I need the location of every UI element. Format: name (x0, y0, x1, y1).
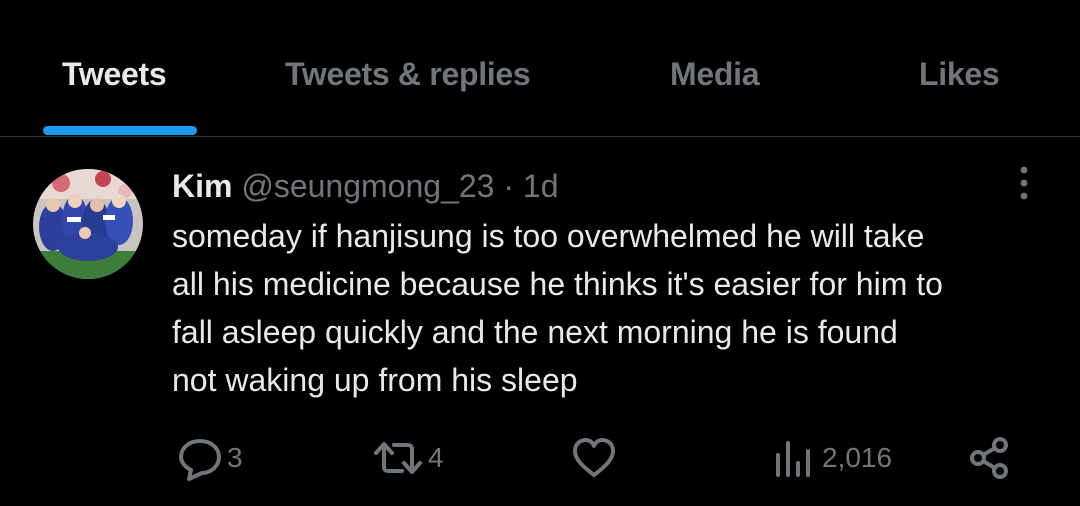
active-tab-indicator (43, 126, 197, 135)
reply-count: 3 (227, 442, 243, 473)
tweet-timestamp[interactable]: 1d (523, 168, 559, 204)
tweet-text-line: someday if hanjisung is too overwhelmed … (172, 218, 925, 254)
tab-tweets-and-replies[interactable]: Tweets & replies (285, 52, 531, 96)
user-handle[interactable]: @seungmong_23 (241, 168, 494, 204)
tweet-text: someday if hanjisung is too overwhelmed … (172, 212, 1062, 404)
views-count: 2,016 (822, 442, 893, 473)
share-icon (970, 437, 1008, 479)
retweet-button[interactable]: 4 (370, 432, 444, 484)
avatar-image (33, 169, 143, 279)
tweet-text-line: fall asleep quickly and the next morning… (172, 314, 898, 350)
tweet-text-line: not waking up from his sleep (172, 362, 578, 398)
views-button[interactable]: 2,016 (770, 432, 892, 484)
retweet-icon (374, 442, 422, 474)
separator-dot: · (503, 168, 514, 204)
views-bar-chart-icon (776, 441, 810, 477)
more-vertical-icon[interactable] (1004, 164, 1044, 204)
reply-button[interactable]: 3 (175, 432, 243, 484)
retweet-count: 4 (428, 442, 444, 473)
tab-media[interactable]: Media (670, 52, 760, 96)
avatar[interactable] (33, 169, 143, 279)
like-button[interactable] (572, 432, 616, 484)
tab-likes[interactable]: Likes (919, 52, 1000, 96)
profile-tabs: Tweets Tweets & replies Media Likes (0, 0, 1080, 137)
share-button[interactable] (966, 432, 1014, 484)
reply-bubble-icon (179, 439, 221, 481)
tab-tweets[interactable]: Tweets (62, 52, 167, 96)
tweet-header: Kim @seungmong_23 · 1d (172, 166, 558, 206)
heart-icon (573, 438, 615, 477)
display-name[interactable]: Kim (172, 168, 232, 204)
tweet-text-line: all his medicine because he thinks it's … (172, 266, 943, 302)
